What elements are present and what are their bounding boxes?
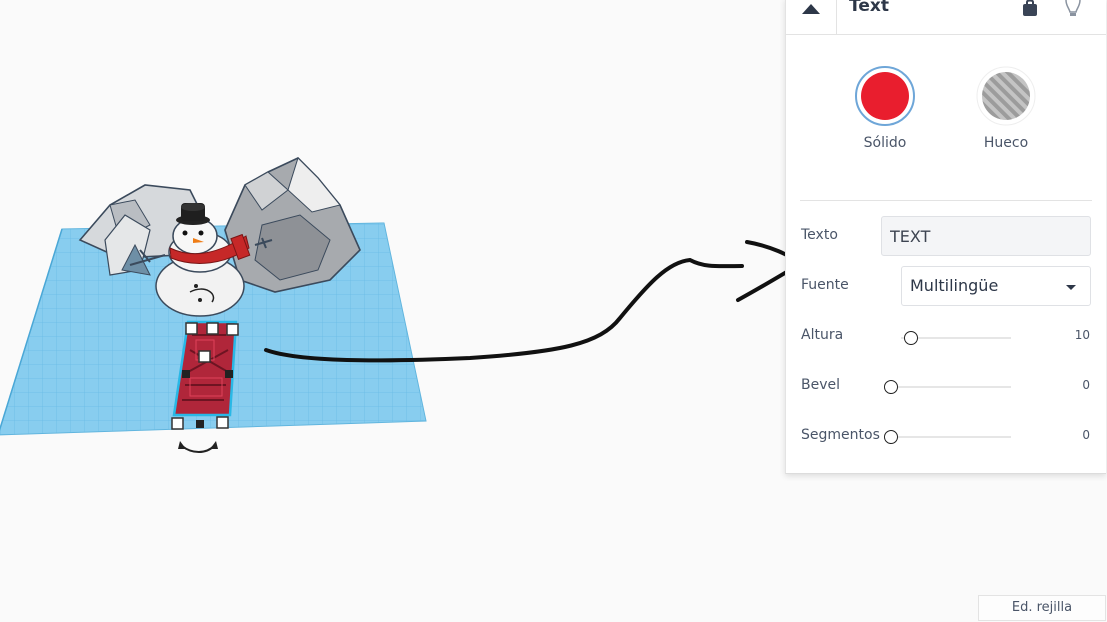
bevel-slider-thumb[interactable] — [884, 380, 898, 394]
height-handle[interactable] — [198, 350, 211, 363]
resize-handle-right[interactable] — [225, 370, 233, 378]
texto-label: Texto — [801, 227, 838, 243]
shape-inspector-panel: Text Sólido Hueco Texto Fuente Multil — [785, 0, 1106, 474]
bevel-slider-track[interactable] — [891, 386, 1011, 388]
solid-label: Sólido — [863, 135, 907, 151]
resize-handle-top-right[interactable] — [226, 323, 239, 336]
segmentos-slider-thumb[interactable] — [884, 430, 898, 444]
3d-viewport[interactable] — [0, 0, 785, 622]
altura-label: Altura — [801, 327, 844, 343]
hole-label: Hueco — [983, 135, 1029, 151]
resize-handle-bottom-left[interactable] — [171, 417, 184, 430]
resize-handle-top[interactable] — [206, 322, 219, 335]
panel-divider — [800, 200, 1092, 201]
solid-color-swatch[interactable] — [855, 66, 915, 126]
fuente-select[interactable]: Multilingüe — [901, 266, 1091, 306]
chevron-down-icon — [1066, 285, 1076, 290]
rotate-arrow-icon[interactable] — [178, 441, 218, 453]
fuente-label: Fuente — [801, 277, 849, 293]
segmentos-label: Segmentos — [801, 427, 880, 443]
hole-swatch[interactable] — [976, 66, 1036, 126]
segmentos-value: 0 — [1082, 428, 1090, 442]
panel-title: Text — [849, 0, 889, 16]
bevel-value: 0 — [1082, 378, 1090, 392]
bevel-label: Bevel — [801, 377, 841, 393]
lock-icon[interactable] — [1021, 0, 1039, 16]
edit-grid-button[interactable]: Ed. rejilla — [978, 595, 1106, 621]
altura-value: 10 — [1074, 328, 1090, 342]
lightbulb-icon[interactable] — [1062, 0, 1084, 18]
resize-handle-top-left[interactable] — [185, 322, 198, 335]
resize-handle-bottom[interactable] — [196, 420, 204, 428]
collapse-panel-button[interactable] — [786, 0, 837, 34]
segmentos-slider-track[interactable] — [891, 436, 1011, 438]
fuente-selected-value: Multilingüe — [910, 276, 999, 295]
altura-slider-thumb[interactable] — [903, 331, 918, 345]
resize-handle-bottom-right[interactable] — [216, 416, 229, 429]
panel-header: Text — [786, 0, 1106, 35]
texto-input[interactable] — [881, 216, 1091, 256]
resize-handle-left[interactable] — [182, 370, 190, 378]
collapse-triangle-icon — [802, 4, 820, 14]
